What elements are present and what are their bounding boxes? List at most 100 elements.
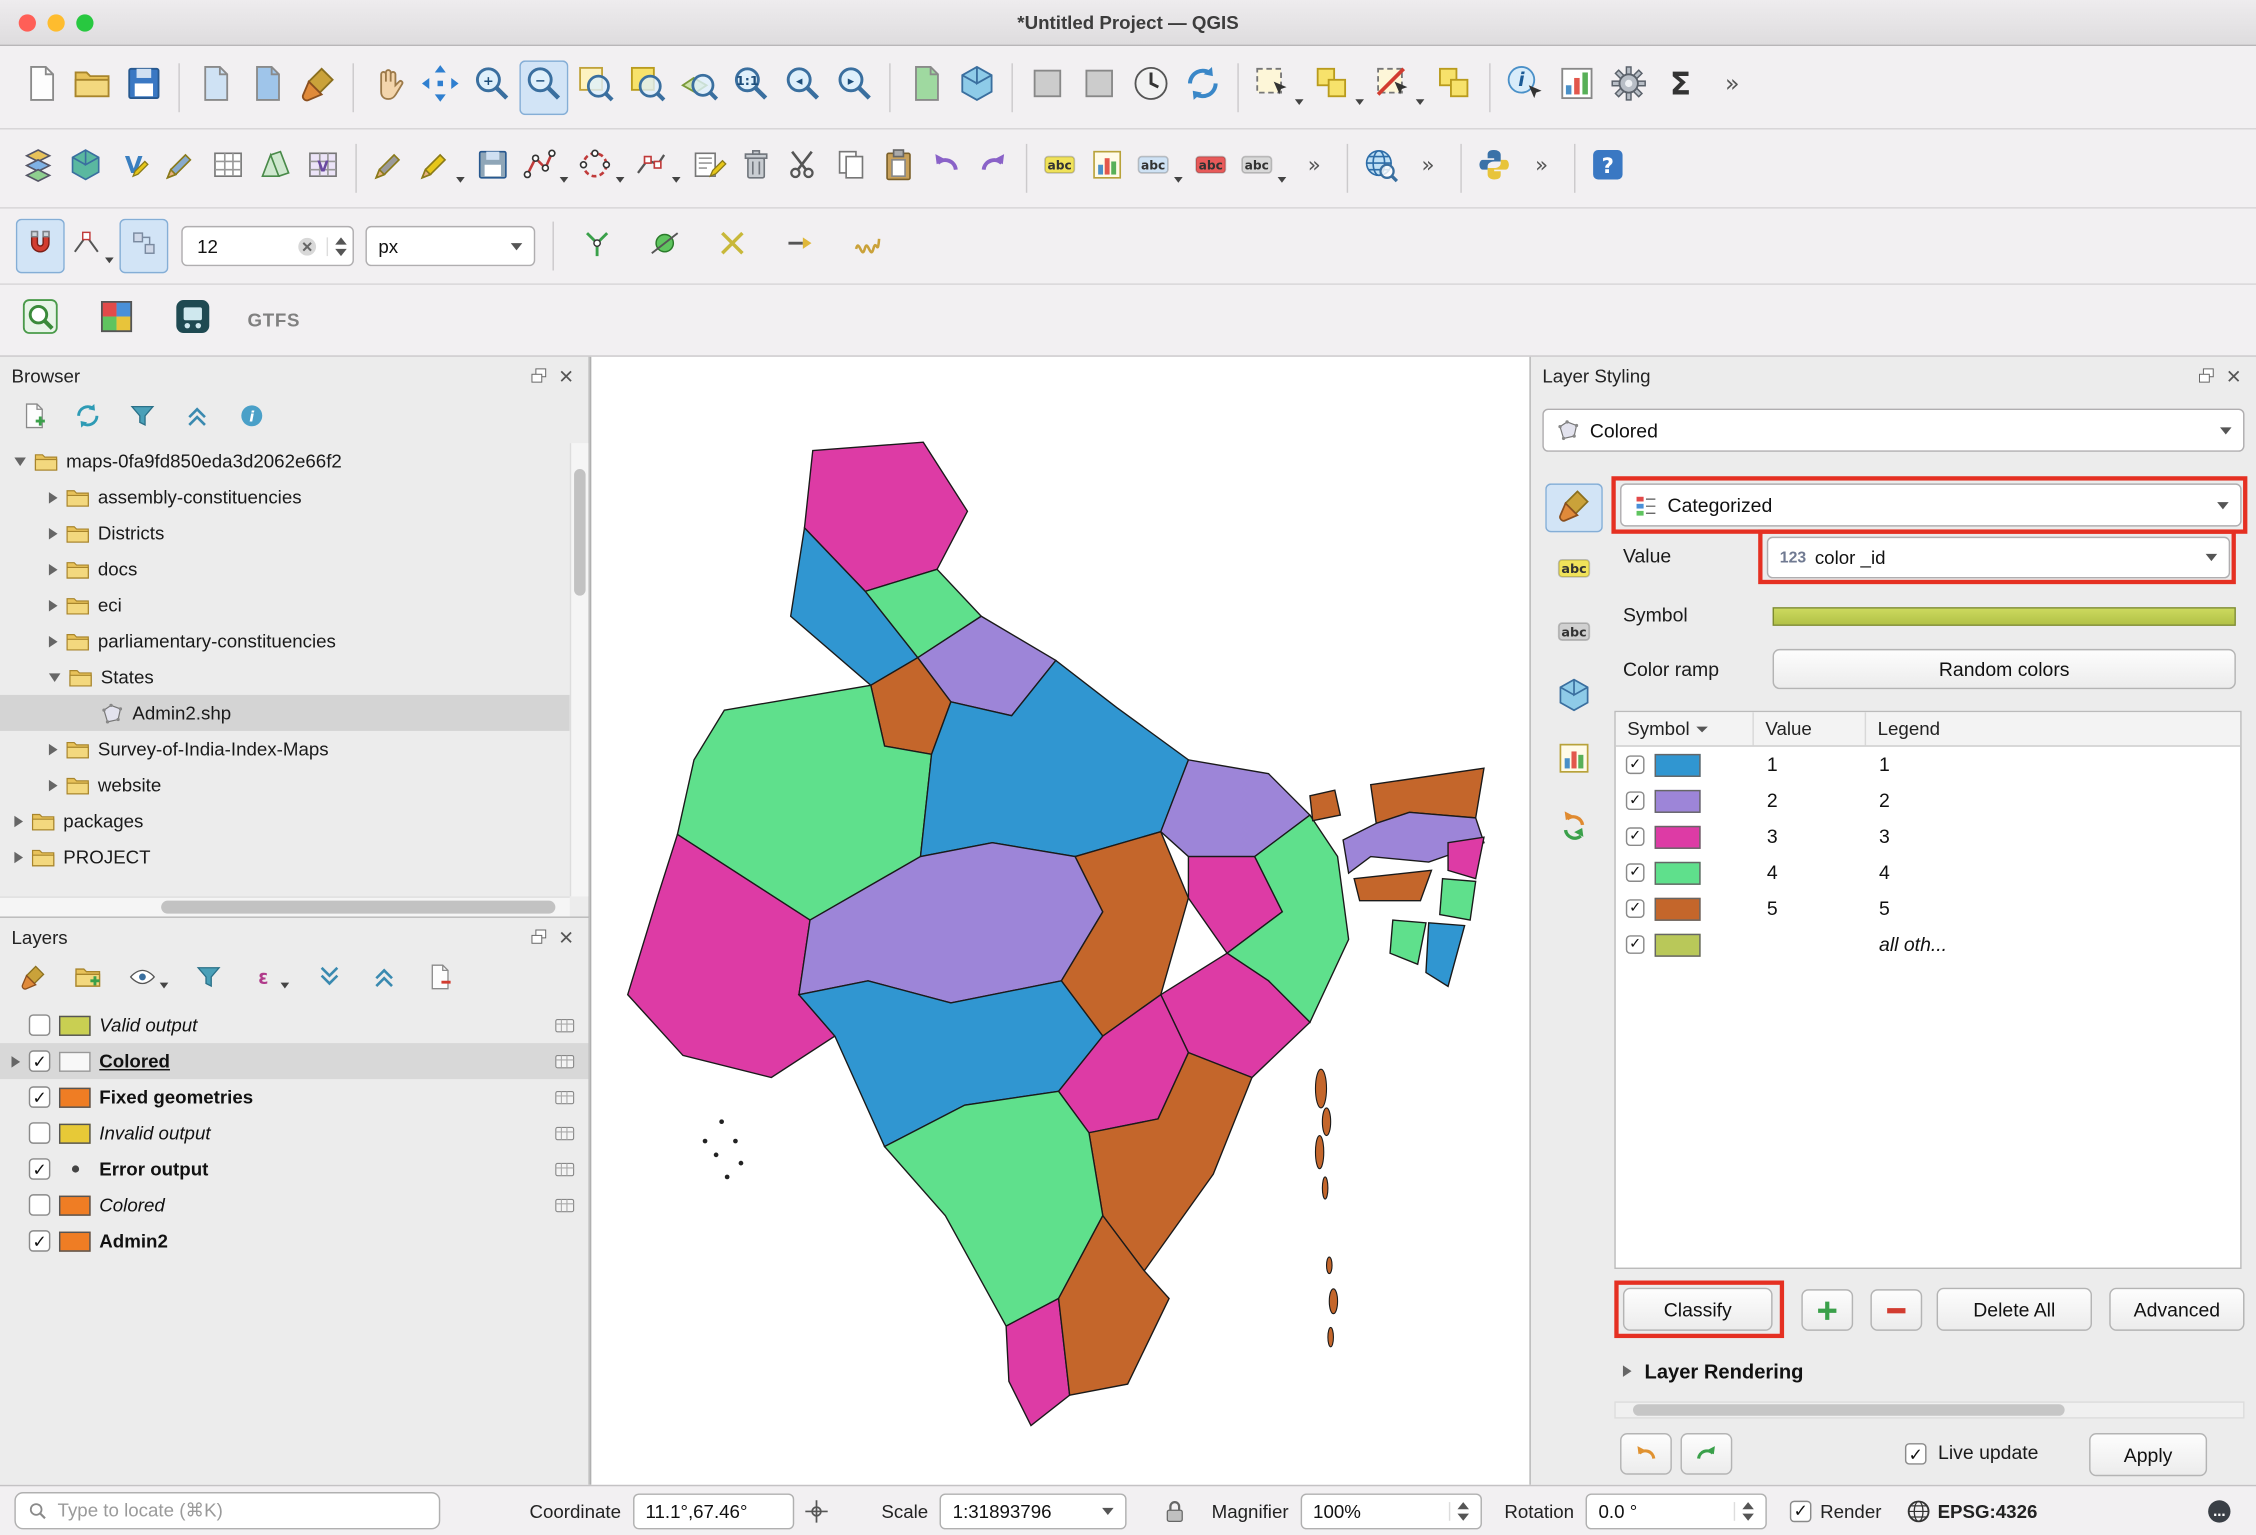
temporal-controller[interactable] — [1127, 60, 1176, 115]
cut-features[interactable] — [781, 144, 826, 193]
zoom-in[interactable]: + — [468, 60, 517, 115]
close-window-button[interactable] — [19, 14, 36, 31]
options[interactable] — [1604, 60, 1653, 115]
table-header-value[interactable]: Value — [1754, 712, 1866, 745]
color-ramp-button[interactable]: Random colors — [1773, 649, 2236, 689]
styling-tab-masks[interactable]: abc — [1545, 610, 1603, 659]
category-row[interactable]: 5 5 — [1616, 891, 2240, 927]
layer-rendering-section[interactable]: Layer Rendering — [1623, 1360, 1804, 1383]
new-spatialite-layer[interactable] — [158, 144, 203, 193]
layer-visibility-checkbox[interactable] — [29, 1086, 51, 1108]
help-contents[interactable]: ? — [1586, 144, 1631, 193]
coordinate-input[interactable]: 11.1°,67.46° — [633, 1493, 794, 1529]
category-checkbox[interactable] — [1626, 827, 1645, 846]
enable-properties-widget[interactable]: i — [235, 400, 270, 437]
show-layout-manager[interactable] — [242, 60, 291, 115]
add-selected-layers[interactable] — [16, 400, 51, 437]
select-all-features[interactable] — [1430, 60, 1479, 115]
refresh-map[interactable] — [1178, 60, 1227, 115]
expander-closed-icon[interactable] — [49, 635, 58, 647]
browser-item-assembly-constituencies[interactable]: assembly-constituencies — [0, 479, 570, 515]
edit-widget-icon[interactable] — [552, 1049, 576, 1073]
layer-visibility-checkbox[interactable] — [29, 1194, 51, 1216]
new-virtual-layer[interactable]: V — [301, 144, 346, 193]
pin-labels[interactable]: abc — [1132, 144, 1185, 193]
label-toolbar-extension[interactable]: » — [1292, 144, 1337, 193]
scale-combo[interactable]: 1:31893796 — [940, 1493, 1127, 1529]
snapping-on-intersection[interactable] — [640, 219, 689, 274]
layer-item-fixed-geometries[interactable]: Fixed geometries — [0, 1079, 588, 1115]
expand-all[interactable] — [312, 961, 347, 998]
toggle-editing[interactable] — [367, 144, 412, 193]
deselect-features[interactable] — [1370, 60, 1428, 115]
layer-item-colored[interactable]: Colored — [0, 1187, 588, 1223]
new-3d-map-view[interactable] — [952, 60, 1001, 115]
apply-button[interactable]: Apply — [2089, 1433, 2207, 1476]
browser-item-states[interactable]: States — [0, 659, 570, 695]
category-row[interactable]: 1 1 — [1616, 747, 2240, 783]
zoom-last[interactable]: ◂ — [778, 60, 827, 115]
category-legend[interactable]: 4 — [1866, 862, 2240, 884]
expander-closed-icon[interactable] — [12, 1055, 21, 1067]
float-panel-icon[interactable] — [528, 365, 550, 387]
symbol-preview[interactable] — [1773, 607, 2236, 626]
zoom-to-layer[interactable] — [675, 60, 724, 115]
styling-tab-diagrams[interactable] — [1545, 737, 1603, 786]
new-print-layout[interactable] — [190, 60, 239, 115]
styling-tab-history[interactable] — [1545, 800, 1603, 849]
filter-browser[interactable] — [125, 400, 160, 437]
category-swatch[interactable] — [1655, 897, 1701, 920]
open-data-source-manager[interactable] — [16, 144, 61, 193]
layer-diagram-options[interactable] — [1085, 144, 1130, 193]
copy-features[interactable] — [829, 144, 874, 193]
layer-item-colored[interactable]: Colored — [0, 1043, 588, 1079]
zoom-out[interactable]: − — [519, 60, 568, 115]
expander-open-icon[interactable] — [14, 457, 26, 466]
magnifier-spinbox[interactable]: 100% — [1300, 1493, 1481, 1529]
close-panel-icon[interactable] — [555, 365, 577, 387]
layer-item-invalid-output[interactable]: Invalid output — [0, 1115, 588, 1151]
style-manager[interactable] — [294, 60, 343, 115]
identify-features[interactable]: i — [1501, 60, 1550, 115]
category-legend[interactable]: 3 — [1866, 826, 2240, 848]
styling-tab-labels[interactable]: abc — [1545, 547, 1603, 596]
table-header-symbol[interactable]: Symbol — [1616, 712, 1754, 745]
expander-closed-icon[interactable] — [49, 743, 58, 755]
styling-tab-symbology[interactable] — [1545, 483, 1603, 532]
render-checkbox[interactable] — [1790, 1500, 1812, 1522]
spinner-arrows[interactable] — [327, 237, 347, 256]
spinner-arrows[interactable] — [1734, 1501, 1754, 1520]
add-feature[interactable] — [518, 144, 571, 193]
layer-visibility-checkbox[interactable] — [29, 1122, 51, 1144]
browser-item-maps-0fa9fd850eda3d2062e66f2[interactable]: maps-0fa9fd850eda3d2062e66f2 — [0, 443, 570, 479]
save-layer-edits[interactable] — [470, 144, 515, 193]
new-raster-layer[interactable] — [206, 144, 251, 193]
zoom-native-resolution[interactable]: 1:1 — [727, 60, 776, 115]
new-spatial-bookmark[interactable] — [1023, 60, 1072, 115]
osm-place-search[interactable] — [16, 293, 65, 348]
category-checkbox[interactable] — [1626, 755, 1645, 774]
close-panel-icon[interactable] — [2223, 365, 2245, 387]
avoid-overlap[interactable] — [776, 219, 825, 274]
undo-style-button[interactable] — [1620, 1433, 1672, 1475]
web-toolbar-extension[interactable]: » — [1406, 144, 1451, 193]
browser-item-website[interactable]: website — [0, 767, 570, 803]
browser-item-admin2-shp[interactable]: Admin2.shp — [0, 695, 570, 731]
snap-unit-combo[interactable]: px — [365, 226, 535, 266]
browser-item-eci[interactable]: eci — [0, 587, 570, 623]
statistical-summary[interactable] — [1552, 60, 1601, 115]
open-project[interactable] — [68, 60, 117, 115]
plugins-toolbar-extension[interactable]: » — [1519, 144, 1564, 193]
self-snapping[interactable] — [708, 219, 757, 274]
crs-value[interactable]: EPSG:4326 — [1938, 1500, 2038, 1522]
expander-closed-icon[interactable] — [14, 815, 23, 827]
category-checkbox[interactable] — [1626, 899, 1645, 918]
clear-value-icon[interactable] — [295, 234, 319, 258]
expander-closed-icon[interactable] — [49, 599, 58, 611]
snap-tolerance-value[interactable]: 12 — [188, 235, 294, 257]
float-panel-icon[interactable] — [528, 926, 550, 948]
collapse-all[interactable] — [180, 400, 215, 437]
gtfs-label[interactable]: GTFS — [245, 293, 304, 348]
styling-horizontal-scrollbar[interactable] — [1614, 1401, 2244, 1418]
filter-legend[interactable] — [191, 961, 226, 998]
